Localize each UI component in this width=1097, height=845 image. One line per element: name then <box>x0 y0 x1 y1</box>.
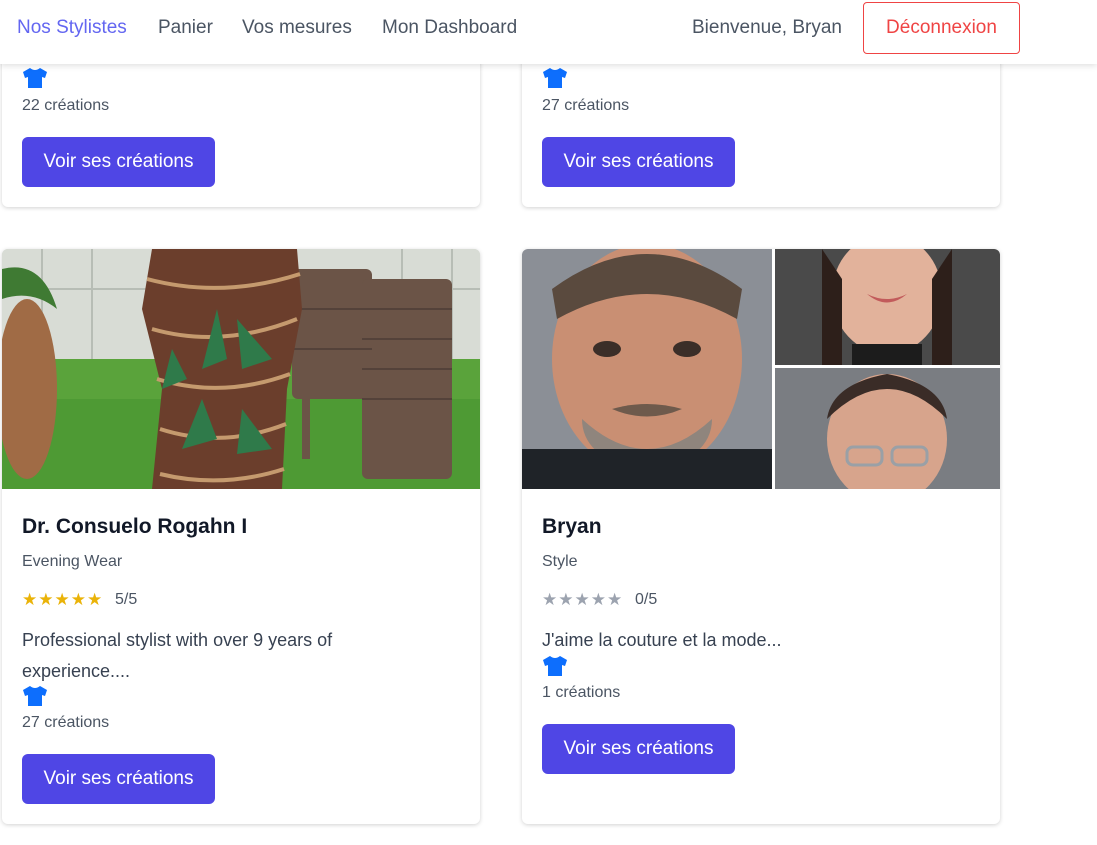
rating-stars: ★★★★★ <box>542 590 624 609</box>
nav-link-mon-dashboard[interactable]: Mon Dashboard <box>382 17 517 39</box>
view-creations-button[interactable]: Voir ses créations <box>542 724 735 774</box>
shirt-icon <box>23 686 47 706</box>
rating-value: 5/5 <box>115 591 138 608</box>
welcome-text: Bienvenue, Bryan <box>692 17 842 38</box>
stylist-card: Dr. Consuelo Rogahn I Evening Wear ★★★★★… <box>2 249 480 824</box>
rating-stars: ★★★★★ <box>22 590 104 609</box>
view-creations-button[interactable]: Voir ses créations <box>542 137 735 187</box>
nav-link-vos-mesures[interactable]: Vos mesures <box>242 17 352 39</box>
view-creations-button[interactable]: Voir ses créations <box>22 754 215 804</box>
top-navbar: Nos Stylistes Panier Vos mesures Mon Das… <box>0 0 1097 64</box>
stylist-card: Bryan Style ★★★★★ 0/5 J'aime la couture … <box>522 249 1000 824</box>
stylist-description: J'aime la couture et la mode... <box>542 630 782 650</box>
nav-link-nos-stylistes[interactable]: Nos Stylistes <box>17 17 127 39</box>
nav-link-panier[interactable]: Panier <box>158 17 213 39</box>
rating-value: 0/5 <box>635 591 658 608</box>
stylist-specialty: Evening Wear <box>22 553 123 570</box>
stylist-photo[interactable] <box>2 249 480 489</box>
shirt-icon <box>23 68 47 88</box>
stylist-specialty: Style <box>542 553 578 570</box>
creations-count: 22 créations <box>22 97 110 114</box>
creations-count: 27 créations <box>542 97 630 114</box>
logout-button[interactable]: Déconnexion <box>863 2 1020 54</box>
shirt-icon <box>543 656 567 676</box>
stylist-photo[interactable] <box>522 249 1000 489</box>
creations-count: 1 créations <box>542 684 621 701</box>
stylist-name: Bryan <box>542 515 602 538</box>
creations-count: 27 créations <box>22 714 110 731</box>
stylist-name: Dr. Consuelo Rogahn I <box>22 515 248 538</box>
stylist-description: Professional stylist with over 9 years o… <box>22 630 333 681</box>
view-creations-button[interactable]: Voir ses créations <box>22 137 215 187</box>
shirt-icon <box>543 68 567 88</box>
